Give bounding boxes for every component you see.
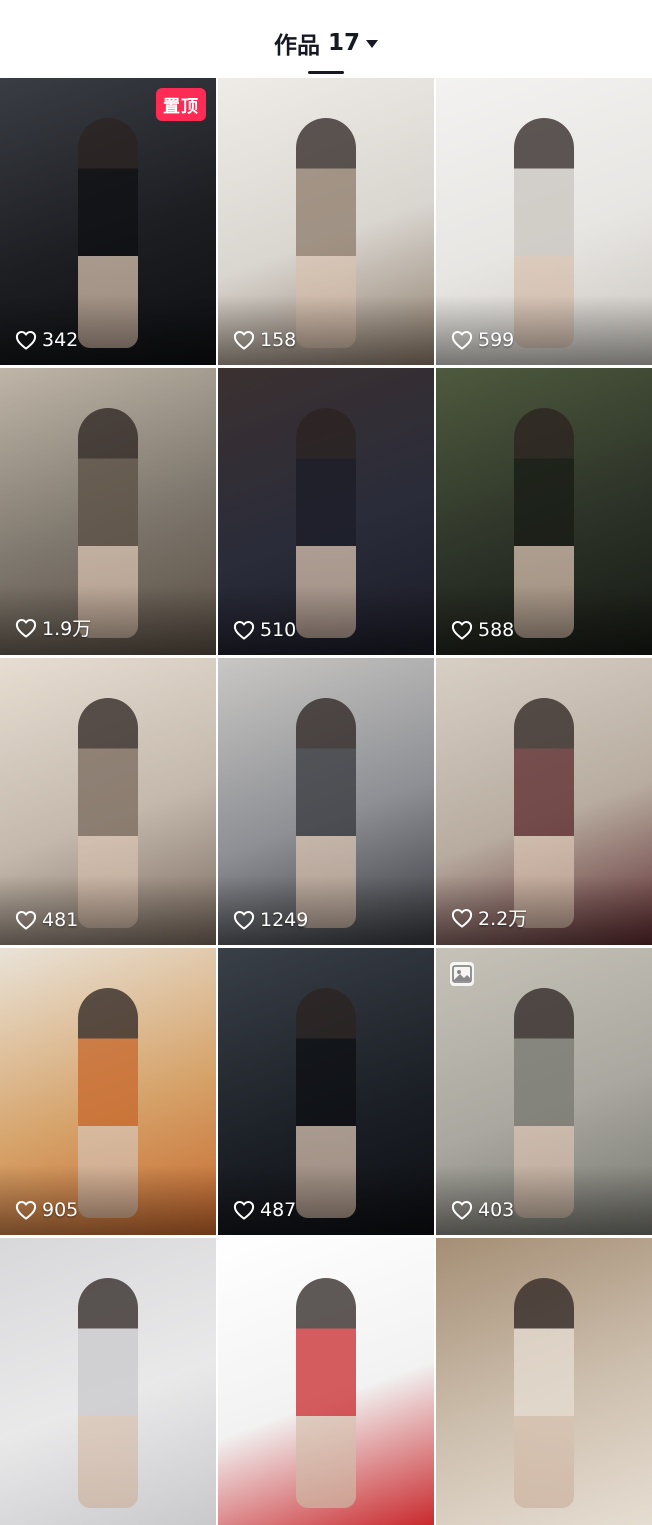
post-tile[interactable]: 481 (0, 658, 216, 945)
heart-outline-icon (451, 620, 478, 640)
like-count: 905 (15, 1199, 78, 1221)
post-tile[interactable] (218, 1238, 434, 1525)
like-count-text: 588 (478, 619, 515, 641)
like-count-text: 481 (42, 909, 79, 931)
photo-subject (514, 1278, 574, 1508)
like-count: 510 (233, 619, 296, 641)
heart-outline-icon (15, 618, 42, 638)
tab-bar: 作品 17 (0, 0, 652, 76)
heart-outline-icon (451, 1200, 478, 1220)
photo-subject (78, 1278, 138, 1508)
post-tile[interactable]: 158 (218, 78, 434, 365)
tab-works-count: 17 (327, 30, 360, 56)
heart-outline-icon (233, 620, 260, 640)
like-count-text: 403 (478, 1199, 515, 1221)
heart-outline-icon (15, 1200, 42, 1220)
tab-underline (308, 71, 344, 74)
heart-outline-icon (451, 908, 478, 928)
like-count-text: 487 (260, 1199, 297, 1221)
post-tile[interactable]: 599 (436, 78, 652, 365)
like-count: 2.2万 (451, 904, 527, 931)
like-count-text: 342 (42, 329, 79, 351)
post-tile[interactable]: 2.2万 (436, 658, 652, 945)
like-count-text: 1.9万 (42, 618, 92, 640)
caret-down-icon[interactable] (366, 40, 378, 48)
like-count: 403 (451, 1199, 514, 1221)
photo-subject (296, 1278, 356, 1508)
post-tile[interactable] (0, 1238, 216, 1525)
like-count-text: 2.2万 (478, 908, 528, 930)
like-count: 342 (15, 329, 78, 351)
post-tile[interactable]: 487 (218, 948, 434, 1235)
heart-outline-icon (451, 330, 478, 350)
like-count: 588 (451, 619, 514, 641)
post-tile[interactable]: 1.9万 (0, 368, 216, 655)
like-count: 1249 (233, 909, 308, 931)
like-count: 1.9万 (15, 614, 91, 641)
tab-works-label: 作品 (273, 33, 320, 59)
like-count-text: 1249 (260, 909, 309, 931)
pinned-badge: 置顶 (156, 88, 206, 121)
post-tile[interactable]: 1249 (218, 658, 434, 945)
image-post-icon (450, 962, 474, 986)
like-count: 487 (233, 1199, 296, 1221)
heart-outline-icon (233, 1200, 260, 1220)
heart-outline-icon (15, 910, 42, 930)
post-tile[interactable]: 905 (0, 948, 216, 1235)
posts-grid: 342 置顶 158 599 1.9万 510 588 481 1249 2.2万 905 487 40… (0, 78, 652, 1525)
post-tile[interactable]: 588 (436, 368, 652, 655)
like-count: 481 (15, 909, 78, 931)
like-count-text: 599 (478, 329, 515, 351)
heart-outline-icon (233, 330, 260, 350)
post-tile[interactable]: 342 置顶 (0, 78, 216, 365)
post-tile[interactable]: 510 (218, 368, 434, 655)
post-tile[interactable] (436, 1238, 652, 1525)
like-count: 599 (451, 329, 514, 351)
like-count-text: 158 (260, 329, 297, 351)
like-count-text: 510 (260, 619, 297, 641)
heart-outline-icon (233, 910, 260, 930)
heart-outline-icon (15, 330, 42, 350)
tab-works[interactable]: 作品 17 (0, 26, 652, 60)
post-tile[interactable]: 403 (436, 948, 652, 1235)
like-count-text: 905 (42, 1199, 79, 1221)
like-count: 158 (233, 329, 296, 351)
